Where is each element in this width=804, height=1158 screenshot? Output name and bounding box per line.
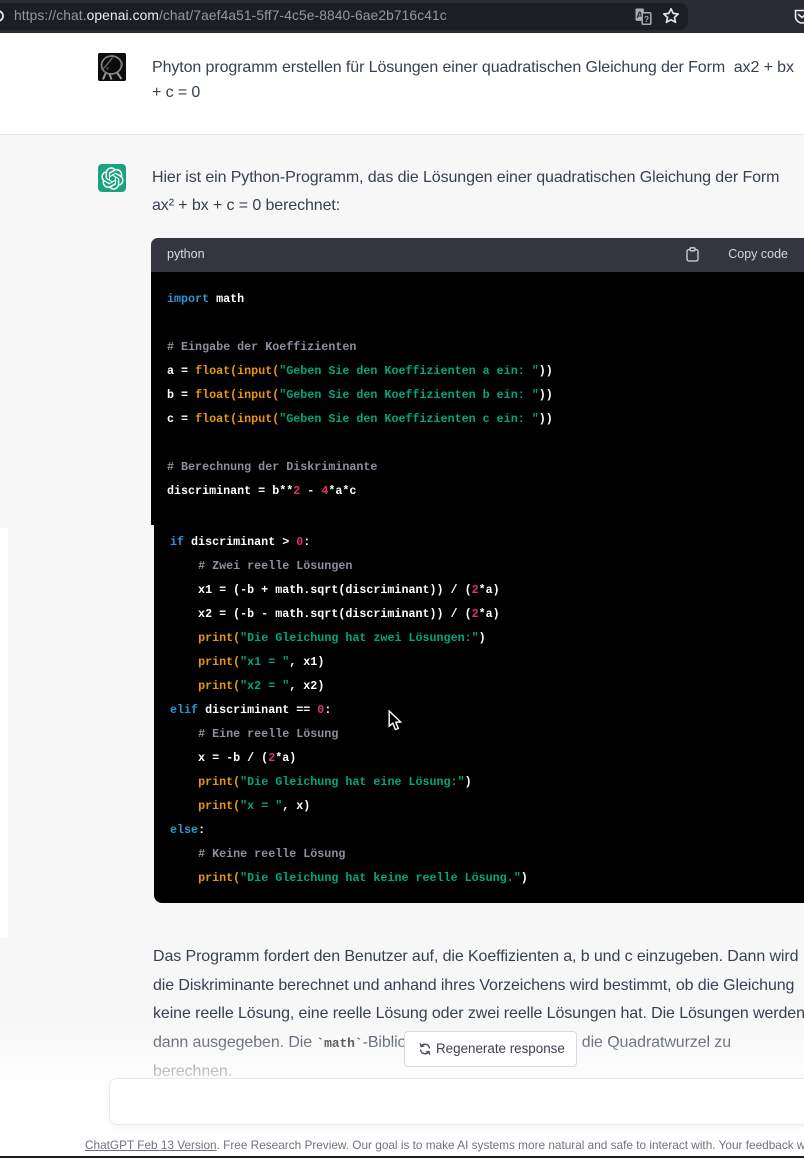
svg-text:?: ? [644, 15, 649, 24]
